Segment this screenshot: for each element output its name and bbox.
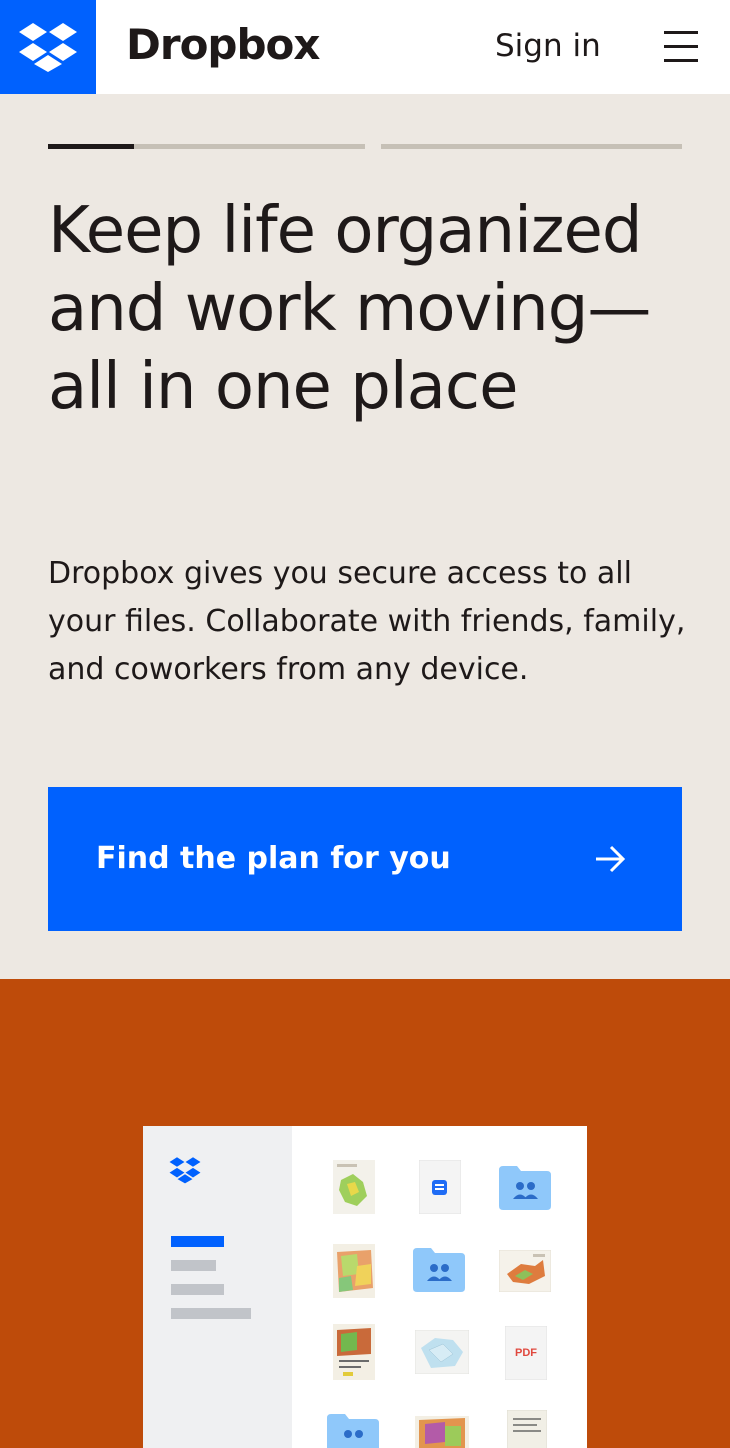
map-thumbnail	[333, 1160, 375, 1214]
app-preview-sidebar	[143, 1126, 292, 1448]
sidebar-item	[171, 1260, 216, 1271]
dropbox-logo-icon[interactable]	[0, 0, 96, 94]
pdf-label: PDF	[515, 1347, 537, 1359]
app-preview-illustration: PDF	[143, 1126, 587, 1448]
shared-folder-icon	[499, 1166, 551, 1210]
shared-folder-icon	[327, 1414, 379, 1448]
carousel-progress-fill	[48, 144, 134, 149]
map-thumbnail	[499, 1250, 551, 1292]
sidebar-active-item	[171, 1236, 224, 1247]
map-thumbnail	[333, 1244, 375, 1298]
carousel-progress-1[interactable]	[48, 144, 365, 149]
pdf-file-icon: PDF	[505, 1326, 547, 1380]
site-header: Dropbox Sign in	[0, 0, 730, 94]
map-thumbnail	[415, 1416, 469, 1448]
brand-wordmark[interactable]: Dropbox	[126, 20, 321, 69]
document-scan-thumbnail	[507, 1410, 547, 1448]
carousel-progress-2[interactable]	[381, 144, 682, 149]
shared-folder-icon	[413, 1248, 465, 1292]
dropbox-logo-icon	[169, 1157, 201, 1184]
hero-headline: Keep life organized and work moving—all …	[48, 194, 651, 424]
map-thumbnail	[415, 1330, 469, 1374]
sidebar-item	[171, 1308, 251, 1319]
map-thumbnail	[333, 1324, 375, 1380]
sign-in-link[interactable]: Sign in	[495, 28, 601, 64]
sidebar-item	[171, 1284, 224, 1295]
arrow-right-icon	[596, 845, 626, 873]
document-icon	[419, 1160, 461, 1214]
find-plan-button-label: Find the plan for you	[96, 841, 451, 876]
hamburger-menu-icon[interactable]	[662, 28, 700, 66]
hero-description: Dropbox gives you secure access to all y…	[48, 556, 686, 687]
find-plan-button[interactable]: Find the plan for you	[48, 787, 682, 931]
